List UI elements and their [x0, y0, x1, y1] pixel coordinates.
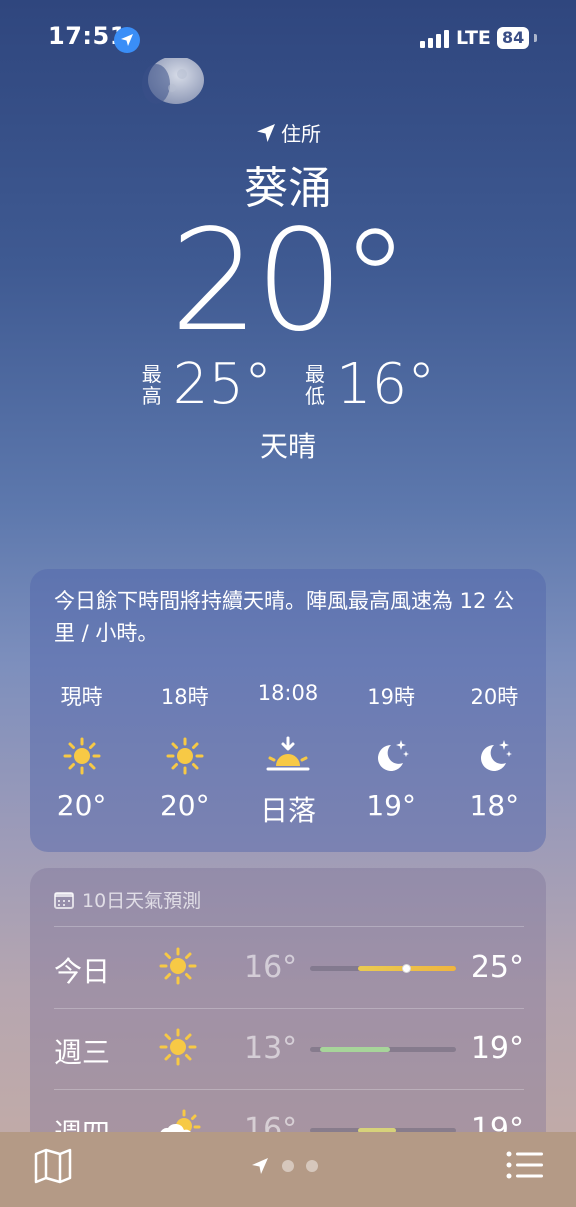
high-label: 最高 — [141, 361, 162, 408]
city-list-button[interactable] — [506, 1150, 544, 1184]
location-arrow-icon — [257, 123, 275, 142]
bottom-toolbar — [0, 1132, 576, 1207]
page-dot[interactable] — [282, 1160, 294, 1172]
moon-stars-icon — [474, 731, 514, 781]
daily-forecast-header: 10日天氣預測 — [54, 886, 201, 913]
sun-icon — [165, 731, 205, 781]
hour-temperature: 19° — [366, 789, 416, 822]
day-row: 週三 13° 19° — [54, 1009, 524, 1089]
hourly-forecast-card[interactable]: 今日餘下時間將持續天晴。陣風最高風速為 12 公里 / 小時。 現時 20° 1… — [30, 569, 546, 852]
location-arrow-icon — [252, 1158, 268, 1174]
hour-temperature: 日落 — [259, 794, 316, 827]
day-row: 今日 16° 25° — [54, 928, 524, 1008]
signal-icon — [420, 30, 449, 48]
sunset-icon — [266, 731, 310, 781]
status-bar: 17:51 LTE 84 — [0, 0, 576, 80]
hour-temperature: 20° — [159, 789, 210, 822]
moon-stars-icon — [371, 731, 411, 781]
high-temperature: 25° — [172, 352, 272, 417]
hour-label: 18:08 — [257, 681, 319, 705]
calendar-icon — [54, 891, 74, 909]
day-name: 週三 — [54, 1036, 111, 1069]
map-icon — [34, 1148, 72, 1184]
day-name: 今日 — [54, 955, 111, 988]
moon-graphic — [138, 56, 206, 106]
location-arrow-icon — [114, 27, 140, 53]
list-icon — [506, 1151, 543, 1179]
map-button[interactable] — [34, 1148, 72, 1188]
sun-icon — [158, 946, 198, 990]
network-type: LTE — [456, 27, 491, 49]
sun-icon — [62, 731, 102, 781]
day-high: 19° — [470, 1031, 524, 1066]
divider — [54, 926, 524, 927]
hourly-list: 現時 20° 18時 20° 18:08 日落 19時 19° 20時 18° — [30, 681, 546, 829]
low-label: 最低 — [305, 361, 325, 408]
hour-item: 18:08 日落 — [236, 681, 339, 829]
hour-item: 18時 20° — [133, 681, 236, 829]
hour-item: 現時 20° — [30, 681, 133, 829]
low-temperature: 16° — [336, 352, 436, 417]
forecast-summary: 今日餘下時間將持續天晴。陣風最高風速為 12 公里 / 小時。 — [54, 589, 515, 645]
page-dot[interactable] — [306, 1160, 318, 1172]
hour-label: 18時 — [160, 685, 209, 709]
temperature-range-bar — [310, 1047, 456, 1052]
current-temperature: 20° — [169, 200, 410, 363]
sun-icon — [158, 1027, 198, 1071]
hour-temperature: 18° — [469, 789, 520, 822]
hour-item: 19時 19° — [340, 681, 443, 829]
day-low: 16° — [244, 950, 298, 985]
day-high: 25° — [470, 950, 524, 985]
high-low: 最高 25° 最低 16° — [0, 352, 576, 417]
page-indicator[interactable] — [250, 1156, 318, 1176]
current-temperature-dot — [402, 964, 411, 973]
battery-indicator: 84 — [497, 27, 530, 49]
location-label: 住所 — [281, 122, 321, 146]
temperature-range-fill — [320, 1047, 390, 1052]
location-row: 住所 — [0, 118, 576, 147]
daily-forecast-title: 10日天氣預測 — [82, 890, 202, 912]
day-low: 13° — [244, 1031, 298, 1066]
hour-label: 19時 — [367, 685, 416, 709]
hour-item: 20時 18° — [443, 681, 546, 829]
hour-label: 20時 — [470, 685, 519, 709]
daily-forecast-card[interactable]: 10日天氣預測 今日 16° 25° 週三 13° 19° 週四 16° — [30, 868, 546, 1168]
temperature-range-bar — [310, 964, 456, 973]
weather-condition: 天晴 — [259, 430, 316, 463]
hour-temperature: 20° — [56, 789, 107, 822]
battery-cap — [534, 34, 537, 42]
hour-label: 現時 — [60, 685, 103, 709]
